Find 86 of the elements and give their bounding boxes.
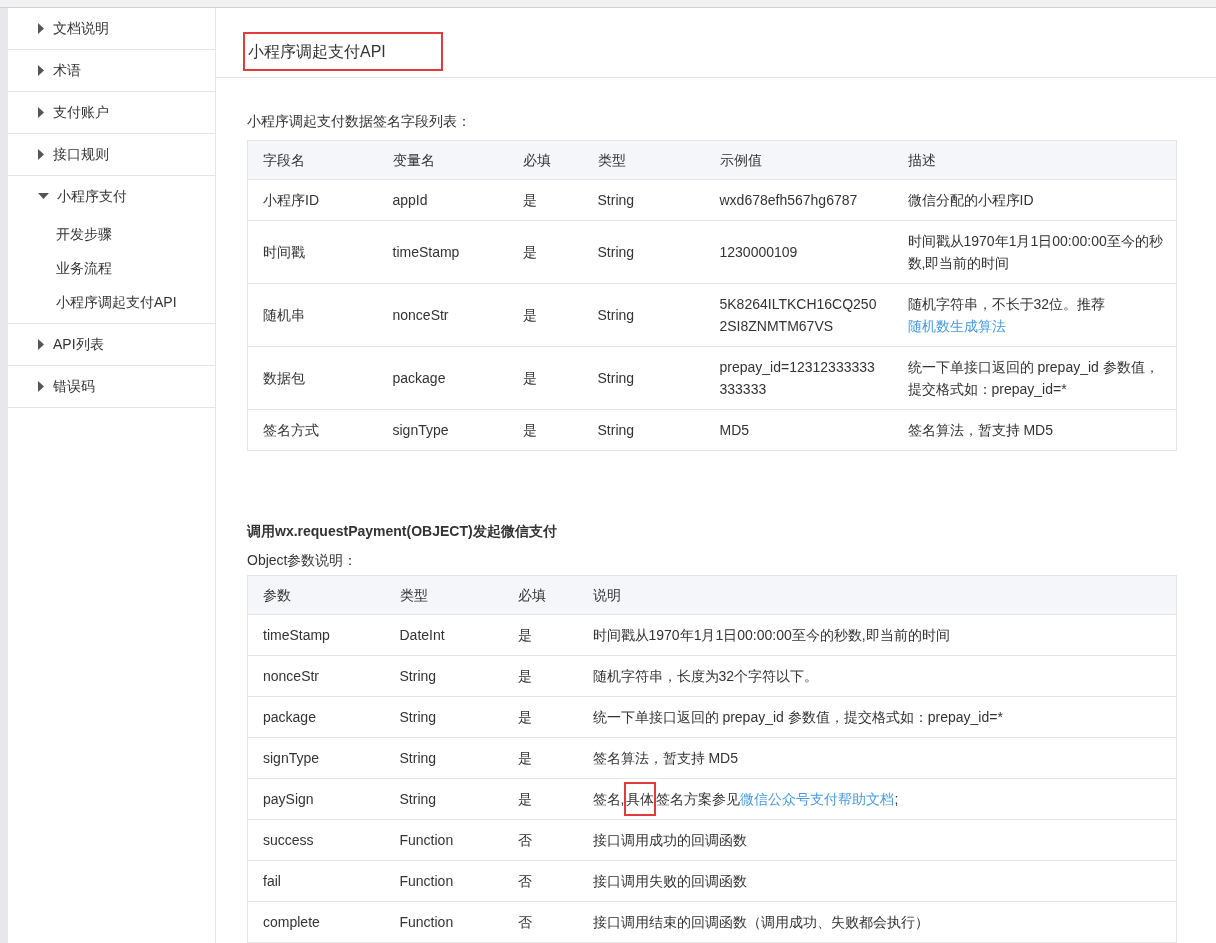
table-cell: success [247, 819, 385, 861]
table-cell: 是 [507, 220, 583, 284]
table-cell: 5K8264ILTKCH16CQ2502SI8ZNMTM67VS [704, 283, 893, 347]
table-cell: String [384, 778, 503, 820]
section-heading: 调用wx.requestPayment(OBJECT)发起微信支付 [247, 522, 558, 541]
table-cell: 否 [502, 860, 578, 902]
sidebar-item[interactable]: 小程序支付 [8, 176, 215, 217]
table-cell: 否 [502, 819, 578, 861]
table-cell: 随机字符串，长度为32个字符以下。 [577, 655, 1177, 697]
sidebar-item[interactable]: 错误码 [8, 366, 215, 407]
table-cell: 是 [507, 346, 583, 410]
table-cell: 是 [507, 409, 583, 451]
table-cell: String [384, 737, 503, 779]
description-text: 随机字符串，不长于32位。推荐 随机数生成算法 [907, 295, 1107, 336]
table-cell: 统一下单接口返回的 prepay_id 参数值，提交格式如：prepay_id=* [577, 696, 1177, 738]
column-header: 必填 [502, 575, 578, 615]
table-cell: 是 [502, 778, 578, 820]
table-cell: package [247, 696, 385, 738]
table-cell: 接口调用成功的回调函数 [577, 819, 1177, 861]
column-header: 类型 [384, 575, 503, 615]
sidebar-subitem[interactable]: 小程序调起支付API [8, 285, 215, 319]
table-cell: String [384, 655, 503, 697]
table-cell: signType [377, 409, 508, 451]
table-caption: Object参数说明： [247, 551, 359, 570]
highlighted-text: 具体 [624, 782, 657, 816]
sidebar-item[interactable]: 文档说明 [8, 8, 215, 49]
table-cell: 小程序ID [247, 179, 378, 221]
column-header: 变量名 [377, 140, 508, 180]
table-cell: DateInt [384, 614, 503, 656]
table-cell: 是 [507, 179, 583, 221]
table-cell: 签名算法，暂支持 MD5 [892, 409, 1177, 451]
table-cell: nonceStr [377, 283, 508, 347]
sidebar-item[interactable]: API列表 [8, 324, 215, 365]
column-header: 参数 [247, 575, 385, 615]
column-header: 类型 [582, 140, 705, 180]
table-cell: nonceStr [247, 655, 385, 697]
table-cell: fail [247, 860, 385, 902]
table-cell: 是 [502, 696, 578, 738]
table-cell: 时间戳从1970年1月1日00:00:00至今的秒数,即当前的时间 [892, 220, 1177, 284]
table-cell: 时间戳 [247, 220, 378, 284]
table-cell: String [582, 283, 705, 347]
table-cell: 统一下单接口返回的 prepay_id 参数值，提交格式如：prepay_id=* [892, 346, 1177, 410]
sidebar-item[interactable]: 术语 [8, 50, 215, 91]
table-cell: paySign [247, 778, 385, 820]
table-cell: 是 [507, 283, 583, 347]
column-header: 描述 [892, 140, 1177, 180]
table-cell: MD5 [704, 409, 893, 451]
table-caption: 小程序调起支付数据签名字段列表： [247, 112, 472, 131]
table-cell: timeStamp [377, 220, 508, 284]
table-cell: wxd678efh567hg6787 [704, 179, 893, 221]
sidebar-item[interactable]: 支付账户 [8, 92, 215, 133]
table-cell: Function [384, 860, 503, 902]
table-cell: complete [247, 901, 385, 943]
table-cell: timeStamp [247, 614, 385, 656]
table-cell: 微信分配的小程序ID [892, 179, 1177, 221]
table-cell: 签名方式 [247, 409, 378, 451]
sidebar-subitem[interactable]: 业务流程 [8, 251, 215, 285]
table-cell: 1230000109 [704, 220, 893, 284]
table-cell: String [582, 346, 705, 410]
table-cell: 否 [502, 901, 578, 943]
table-cell: Function [384, 819, 503, 861]
table-cell: appId [377, 179, 508, 221]
page-title: 小程序调起支付API [245, 34, 441, 69]
table-cell: 是 [502, 737, 578, 779]
table-cell: 时间戳从1970年1月1日00:00:00至今的秒数,即当前的时间 [577, 614, 1177, 656]
table-cell: 接口调用失败的回调函数 [577, 860, 1177, 902]
column-header: 示例值 [704, 140, 893, 180]
sidebar-subitem[interactable]: 开发步骤 [8, 217, 215, 251]
table-cell: signType [247, 737, 385, 779]
table-cell: String [582, 409, 705, 451]
table-cell: 数据包 [247, 346, 378, 410]
table-cell: 是 [502, 655, 578, 697]
table-cell: Function [384, 901, 503, 943]
table-cell: 是 [502, 614, 578, 656]
sidebar-item[interactable]: 接口规则 [8, 134, 215, 175]
table-cell: 随机串 [247, 283, 378, 347]
table-cell: String [384, 696, 503, 738]
table-cell: 签名算法，暂支持 MD5 [577, 737, 1177, 779]
table-cell: prepay_id=12312333333333333 [704, 346, 893, 410]
column-header: 说明 [577, 575, 1177, 615]
column-header: 字段名 [247, 140, 378, 180]
table-cell: package [377, 346, 508, 410]
column-header: 必填 [507, 140, 583, 180]
table-cell: String [582, 220, 705, 284]
table-cell: 接口调用结束的回调函数（调用成功、失败都会执行） [577, 901, 1177, 943]
table-cell: String [582, 179, 705, 221]
